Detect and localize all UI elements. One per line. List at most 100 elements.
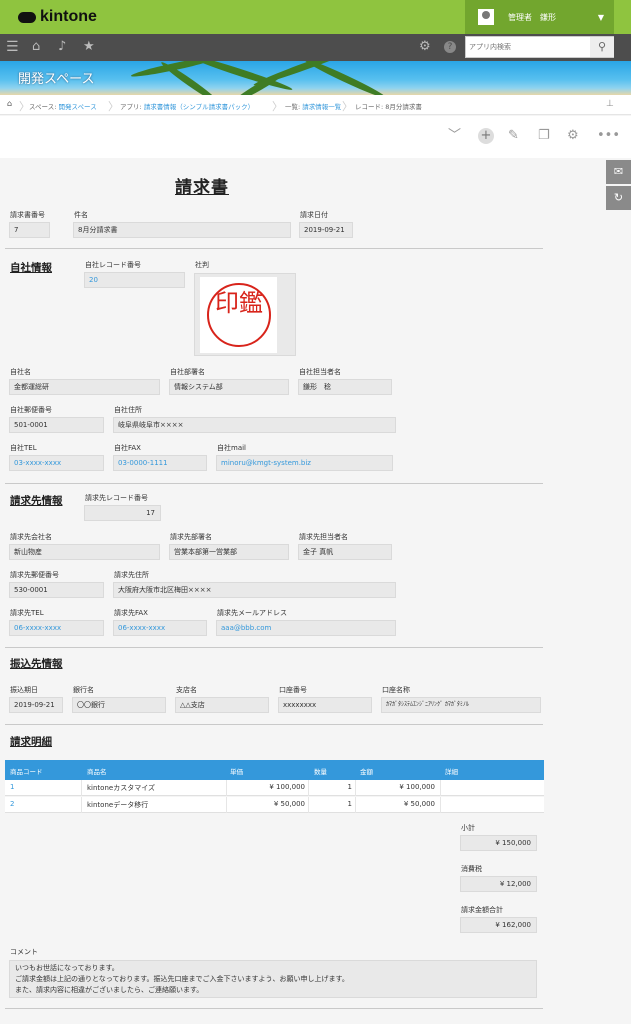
company-name-label: 自社名 [10,368,31,376]
company-record-no-field[interactable]: 20 [84,272,185,288]
comment-field: いつもお世話になっております。 ご請求金額は上記の通りとなっております。振込先口… [9,960,537,998]
client-fax-label: 請求先FAX [114,609,148,617]
client-zip-label: 請求先郵便番号 [10,571,59,579]
history-icon[interactable]: ↻ [606,186,631,210]
comment-line: ご請求金額は上記の通りとなっております。振込先口座までご入金下さいますよう、お願… [15,975,349,983]
company-dept-field: 情報システム部 [169,379,289,395]
seal-image-field[interactable]: 印鑑 [194,273,296,356]
copy-icon[interactable]: ❐ [538,129,550,143]
help-icon[interactable]: ? [444,41,456,53]
gear-icon[interactable]: ⚙ [419,40,431,54]
row-amount: ¥ 100,000 [399,783,435,791]
company-mail-label: 自社mail [217,444,246,452]
star-icon[interactable]: ★ [83,40,95,54]
company-mail-field[interactable]: minoru@kmgt-system.biz [216,455,393,471]
date-field: 2019-09-21 [299,222,353,238]
kintone-cloud-icon [18,11,36,23]
row-code[interactable]: 1 [10,783,14,791]
search-icon[interactable]: ⚲ [590,37,614,57]
comment-icon[interactable]: ✉ [606,160,631,184]
seal-label: 社判 [195,261,209,269]
table-row: 2 kintoneデータ移行 ¥ 50,000 1 ¥ 50,000 [5,797,544,813]
chevron-down-icon[interactable]: ﹀ [448,129,461,143]
total-label: 請求金額合計 [461,906,503,914]
branch-label: 支店名 [176,686,197,694]
company-tel-field[interactable]: 03-xxxx-xxxx [9,455,104,471]
client-record-no-field: 17 [84,505,161,521]
total-field: ¥ 162,000 [460,917,537,933]
search-input[interactable] [466,37,590,57]
breadcrumb-list[interactable]: 一覧: 請求情報一覧 [285,101,341,111]
client-mail-field[interactable]: aaa@bbb.com [216,620,396,636]
kintone-logo[interactable]: kintone [18,8,97,26]
record-form: 請求書 請求書番号 7 件名 8月分請求書 請求日付 2019-09-21 自社… [0,158,606,1024]
company-name-field: 金都運総研 [9,379,160,395]
table-row: 1 kintoneカスタマイズ ¥ 100,000 1 ¥ 100,000 [5,780,544,796]
row-code[interactable]: 2 [10,800,14,808]
plus-icon[interactable]: + [478,128,494,144]
bank-label: 銀行名 [73,686,94,694]
menu-icon[interactable]: ☰ [6,40,19,54]
home-icon[interactable]: ⌂ [7,99,12,108]
company-address-field: 岐阜県岐阜市×××× [113,417,396,433]
more-icon[interactable]: ••• [597,129,620,143]
client-dept-field: 営業本部第一営業部 [169,544,289,560]
company-person-field: 鎌形 稔 [298,379,392,395]
breadcrumb-space[interactable]: スペース: 開発スペース [29,101,97,111]
client-person-label: 請求先担当者名 [299,533,348,541]
edit-icon[interactable]: ✎ [508,129,519,143]
seal-stamp-image: 印鑑 [207,283,271,347]
branch-field: △△支店 [175,697,269,713]
home-icon[interactable]: ⌂ [32,40,40,54]
space-title[interactable]: 開発スペース [18,68,94,87]
subtotal-label: 小計 [461,824,475,832]
gear-icon[interactable]: ⚙ [567,129,579,143]
client-address-label: 請求先住所 [114,571,149,579]
space-banner: 開発スペース [0,61,631,95]
comment-label: コメント [10,948,38,956]
invoice-no-field: 7 [9,222,50,238]
bank-field: 〇〇銀行 [72,697,166,713]
holder-field: ｶﾏｶﾞﾀｼｽﾃﾑｴﾝｼﾞﾆｱﾘﾝｸﾞ ｶﾏｶﾞﾀﾐﾉﾙ [381,697,541,713]
company-person-label: 自社担当者名 [299,368,341,376]
row-amount: ¥ 50,000 [403,800,435,808]
comment-line: いつもお世話になっております。 [15,964,119,972]
client-tel-field[interactable]: 06-xxxx-xxxx [9,620,104,636]
client-tel-label: 請求先TEL [10,609,44,617]
breadcrumb-app[interactable]: アプリ: 請求書情報（シンプル請求書パック） [120,101,254,111]
company-fax-field[interactable]: 03-0000-1111 [113,455,207,471]
col-header-amount: 金額 [360,768,373,776]
col-header-name: 商品名 [87,768,107,776]
client-name-field: 新山物産 [9,544,160,560]
global-header: kintone 管理者 鎌形 ▼ [0,0,631,34]
pin-icon[interactable]: ⊥ [606,99,614,109]
row-qty: 1 [347,800,352,808]
record-toolbar: ﹀ + ✎ ❐ ⚙ ••• [0,116,631,158]
company-zip-field: 501-0001 [9,417,104,433]
account-label: 口座番号 [279,686,307,694]
date-label: 請求日付 [300,211,328,219]
client-address-field: 大阪府大阪市北区梅田×××× [113,582,396,598]
company-section-title: 自社情報 [10,262,52,274]
subject-label: 件名 [74,211,88,219]
client-section-title: 請求先情報 [10,495,63,507]
col-header-code: 商品コード [10,768,43,776]
company-zip-label: 自社郵便番号 [10,406,52,414]
row-price: ¥ 100,000 [269,783,305,791]
search-box: ⚲ [465,36,614,58]
row-price: ¥ 50,000 [273,800,305,808]
subject-field: 8月分請求書 [73,222,291,238]
company-tel-label: 自社TEL [10,444,37,452]
client-dept-label: 請求先部署名 [170,533,212,541]
col-header-qty: 数量 [314,768,327,776]
transfer-section-title: 振込先情報 [10,658,63,670]
table-header: 商品コード 商品名 単価 数量 金額 詳細 [5,760,544,780]
row-qty: 1 [347,783,352,791]
breadcrumb: ⌂ 〉 スペース: 開発スペース 〉 アプリ: 請求書情報（シンプル請求書パック… [0,95,631,115]
client-fax-field[interactable]: 06-xxxx-xxxx [113,620,207,636]
client-person-field: 金子 真帆 [298,544,392,560]
chevron-down-icon: ▼ [597,12,604,22]
bell-icon[interactable]: ♪ [58,40,66,54]
col-header-price: 単価 [230,768,243,776]
user-menu[interactable]: 管理者 鎌形 ▼ [465,0,614,34]
